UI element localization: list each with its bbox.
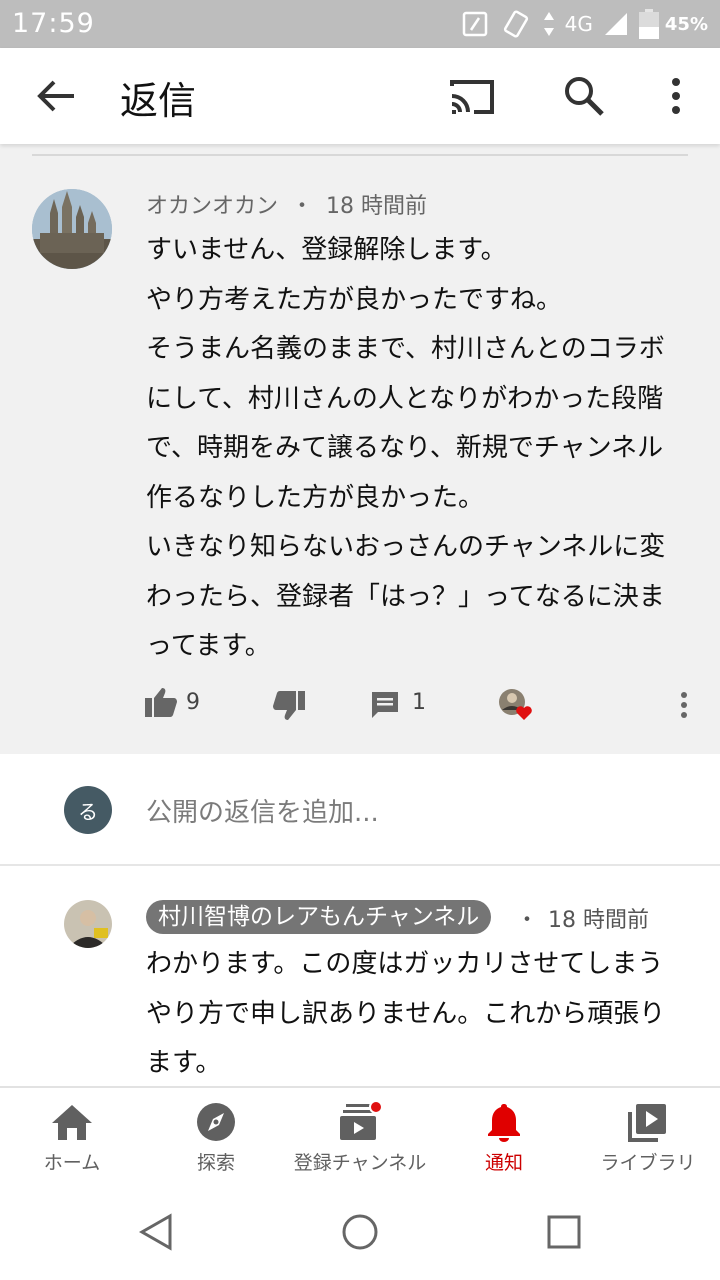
app-bar: 返信	[0, 48, 720, 144]
comment-meta: オカンオカン ・ 18 時間前	[146, 188, 427, 220]
user-avatar: る	[64, 786, 112, 834]
avatar[interactable]	[64, 900, 112, 948]
creator-heart-icon	[499, 689, 532, 720]
comment-line: やり方考えた方が良かったですね。	[146, 284, 563, 315]
comment-more-icon[interactable]	[676, 690, 692, 720]
status-icons: 4G 45%	[461, 8, 708, 40]
like-count: 9	[186, 690, 200, 715]
tab-label: 登録チャンネル	[293, 1152, 427, 1174]
subscriptions-icon	[340, 1102, 382, 1140]
nfc-icon	[462, 11, 487, 37]
system-recents-icon[interactable]	[544, 1212, 584, 1252]
more-vert-icon[interactable]	[662, 74, 690, 118]
tab-label: 探索	[196, 1152, 235, 1174]
castle-avatar-image	[32, 189, 112, 269]
comment-line: そうまん名義のままで、村川さんとのコラボにして、村川さんの人となりがわかった段階…	[146, 334, 665, 513]
status-time: 17:59	[12, 8, 95, 39]
battery-icon	[638, 9, 659, 39]
system-home-icon[interactable]	[340, 1212, 380, 1252]
reply-text: わかります。この度はガッカリさせてしまうやり方で申し訳ありません。これから頑張り…	[146, 949, 666, 1078]
reply-timestamp: 18 時間前	[548, 908, 650, 933]
comment-line: すいません、登録解除します。	[146, 235, 507, 265]
search-icon[interactable]	[562, 74, 606, 118]
reply-avatar-image	[64, 900, 112, 948]
reply-count: 1	[412, 690, 426, 715]
back-arrow-icon[interactable]	[34, 76, 78, 116]
battery-percent: 45%	[664, 13, 708, 35]
reply-time: ・ 18 時間前	[516, 902, 649, 934]
comment-actions: 9 1	[0, 684, 720, 724]
meta-separator: ・	[291, 194, 314, 219]
reply-item: 村川智博のレアもんチャンネル ・ 18 時間前 わかります。この度はガッカリさせて…	[0, 868, 720, 1086]
reply-comment-icon[interactable]	[370, 690, 400, 720]
tab-subscriptions[interactable]: 登録チャンネル	[288, 1088, 432, 1184]
status-bar: 17:59 4G 45%	[0, 0, 720, 48]
comment-author[interactable]: オカンオカン	[146, 194, 278, 219]
add-reply-row[interactable]: る 公開の返信を追加...	[0, 754, 720, 866]
data-arrows-icon	[543, 12, 554, 36]
highlighted-comment: オカンオカン ・ 18 時間前 すいません、登録解除します。 やり方考えた方が良…	[0, 144, 720, 754]
cast-icon[interactable]	[446, 76, 498, 116]
meta-separator: ・	[516, 908, 539, 933]
page-title: 返信	[120, 79, 197, 123]
tab-label: ホーム	[43, 1152, 101, 1174]
tab-home[interactable]: ホーム	[0, 1088, 144, 1184]
avatar[interactable]	[32, 189, 112, 269]
home-icon	[52, 1105, 92, 1140]
compass-icon	[197, 1103, 235, 1141]
tab-notifications[interactable]: 通知	[432, 1088, 576, 1184]
thumb-down-icon[interactable]	[272, 690, 306, 722]
system-navigation-bar	[0, 1184, 720, 1280]
comment-time: 18 時間前	[326, 194, 428, 219]
tab-label: 通知	[484, 1152, 523, 1174]
vibrate-icon	[503, 10, 528, 38]
comment-text: すいません、登録解除します。 やり方考えた方が良かったですね。 そうまん名義のま…	[146, 226, 686, 672]
comment-line: いきなり知らないおっさんのチャンネルに変わったら、登録者「はっ？」ってなるに決ま…	[146, 532, 666, 661]
bottom-navigation: ホーム 探索 登録チャンネル 通知 ライブラリ	[0, 1086, 720, 1184]
creator-name-chip[interactable]: 村川智博のレアもんチャンネル	[146, 900, 492, 934]
tab-label: ライブラリ	[600, 1152, 696, 1174]
tab-library[interactable]: ライブラリ	[576, 1088, 720, 1184]
divider	[32, 154, 688, 156]
system-back-icon[interactable]	[136, 1212, 176, 1252]
thumb-up-icon[interactable]	[144, 686, 178, 718]
bell-icon	[488, 1104, 520, 1142]
network-type: 4G	[564, 12, 593, 36]
signal-icon	[604, 13, 627, 35]
reply-input[interactable]: 公開の返信を追加...	[146, 792, 379, 829]
tab-explore[interactable]: 探索	[144, 1088, 288, 1184]
library-icon	[628, 1104, 666, 1142]
